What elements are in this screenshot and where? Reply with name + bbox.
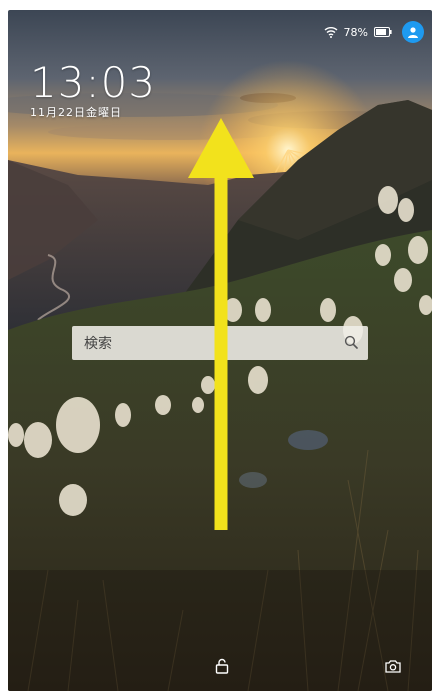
wifi-icon [324,26,338,38]
battery-percentage: 78% [343,25,368,39]
search-label: 検索 [84,336,112,352]
account-icon[interactable] [402,21,424,43]
unlock-icon[interactable] [211,655,233,677]
camera-icon[interactable] [382,655,404,677]
status-bar: 78% [324,20,424,44]
search-bar[interactable]: 検索 [72,326,368,360]
lockscreen-date: 11月22日金曜日 [30,106,122,119]
lockscreen-time: 13:03 [30,58,157,107]
lock-screen: 78% 13:03 11月22日金曜日 検索 [8,10,432,691]
battery-icon [374,27,392,37]
search-icon [344,334,358,353]
